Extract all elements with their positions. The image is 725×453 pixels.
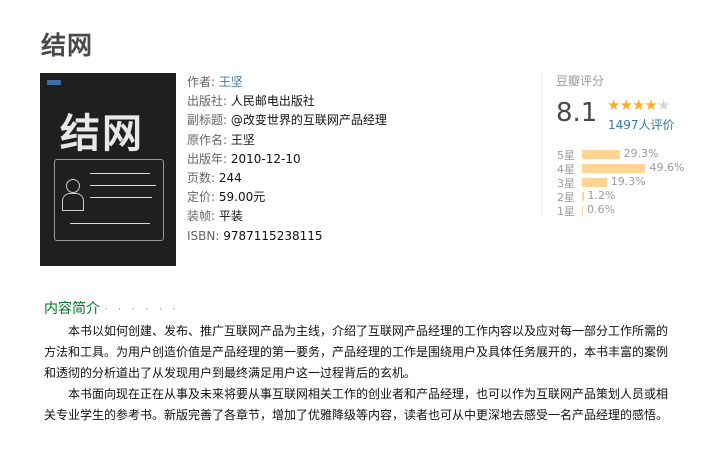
cover-title: 结网 [60,111,144,157]
info-label: 作者: [187,75,216,89]
intro-heading-text: 内容简介 [44,301,100,317]
rating-bar [582,192,584,201]
rating-bar [582,150,620,159]
book-title: 结网 [41,31,94,60]
star-icon: ★ [619,96,632,114]
rating-count-link[interactable]: 1497人评价 [608,116,675,133]
info-label: 定价: [187,190,216,205]
intro-heading: 内容简介 · · · · · · [44,298,179,318]
info-label: ISBN: [187,228,220,243]
book-cover-image[interactable]: 结网 [40,73,176,266]
rating-label: 豆瓣评分 [556,74,605,88]
info-value: 59.00元 [218,190,266,205]
rating-percent: 49.6% [649,161,685,174]
cover-scribble [90,197,152,198]
rating-score: 8.1 [556,98,598,128]
info-value: 2010-12-10 [230,151,301,166]
info-value: @改变世界的互联网产品经理 [230,113,387,128]
star-icon: ★ [644,96,657,114]
star-icon: ★ [631,96,645,114]
cover-scribble [90,173,150,174]
rating-percent: 19.3% [610,175,646,188]
info-value: 人民邮电出版社 [230,94,315,109]
cover-person-body [62,193,84,211]
info-row: 出版年: 2010-12-10 [187,150,387,169]
info-row: ISBN: 9787115238115 [187,227,387,246]
info-value: 244 [218,171,242,186]
intro-paragraph: 本书面向现在正在从事及未来将要从事互联网相关工作的创业者和产品经理，也可以作为互… [44,387,669,422]
cover-scribble [70,223,150,224]
info-label: 出版社: [187,94,228,109]
rating-row-label: 1星 [557,205,575,218]
intro-paragraph: 本书以如何创建、发布、推广互联网产品为主线，介绍了互联网产品经理的工作内容以及应… [44,324,669,380]
intro-body: 本书以如何创建、发布、推广互联网产品为主线，介绍了互联网产品经理的工作内容以及应… [44,321,674,426]
info-row: 原作名: 王坚 [187,131,387,150]
star-icon: ★ [656,96,670,114]
rating-percent: 29.3% [623,147,659,160]
info-row: 作者: 王坚 [187,73,387,92]
info-value: 王坚 [230,132,255,147]
publisher-mark [47,80,61,85]
info-value: 9787115238115 [223,228,323,243]
info-label: 副标题: [187,113,228,128]
rating-stars: ★★★★★ [607,96,670,114]
info-row: 装帧: 平装 [187,207,387,226]
book-info-list: 作者: 王坚 出版社: 人民邮电出版社 副标题: @改变世界的互联网产品经理 原作名:… [187,73,387,246]
info-label: 页数: [187,171,216,186]
intro-heading-dots: · · · · · · [104,302,179,316]
rating-bar [582,164,646,173]
info-label: 出版年: [187,151,228,166]
divider [541,74,542,214]
rating-percent: 0.6% [587,203,615,216]
cover-scribble [90,185,156,186]
info-row: 副标题: @改变世界的互联网产品经理 [187,111,387,130]
rating-percent: 1.2% [587,189,616,202]
author-link[interactable]: 王坚 [219,75,243,89]
info-label: 原作名: [187,132,228,147]
info-row: 页数: 244 [187,169,387,188]
rating-bar [582,178,607,187]
info-label: 装帧: [187,209,216,224]
info-value: 平装 [218,209,243,224]
info-row: 定价: 59.00元 [187,188,387,207]
cover-person-head [66,179,80,193]
star-icon: ★ [607,96,620,114]
info-row: 出版社: 人民邮电出版社 [187,92,387,111]
rating-bar [582,206,583,215]
rating-panel: 豆瓣评分 8.1 ★★★★★ 1497人评价 5星 29.3% 4星 49.6% 3星 1… [541,72,691,218]
